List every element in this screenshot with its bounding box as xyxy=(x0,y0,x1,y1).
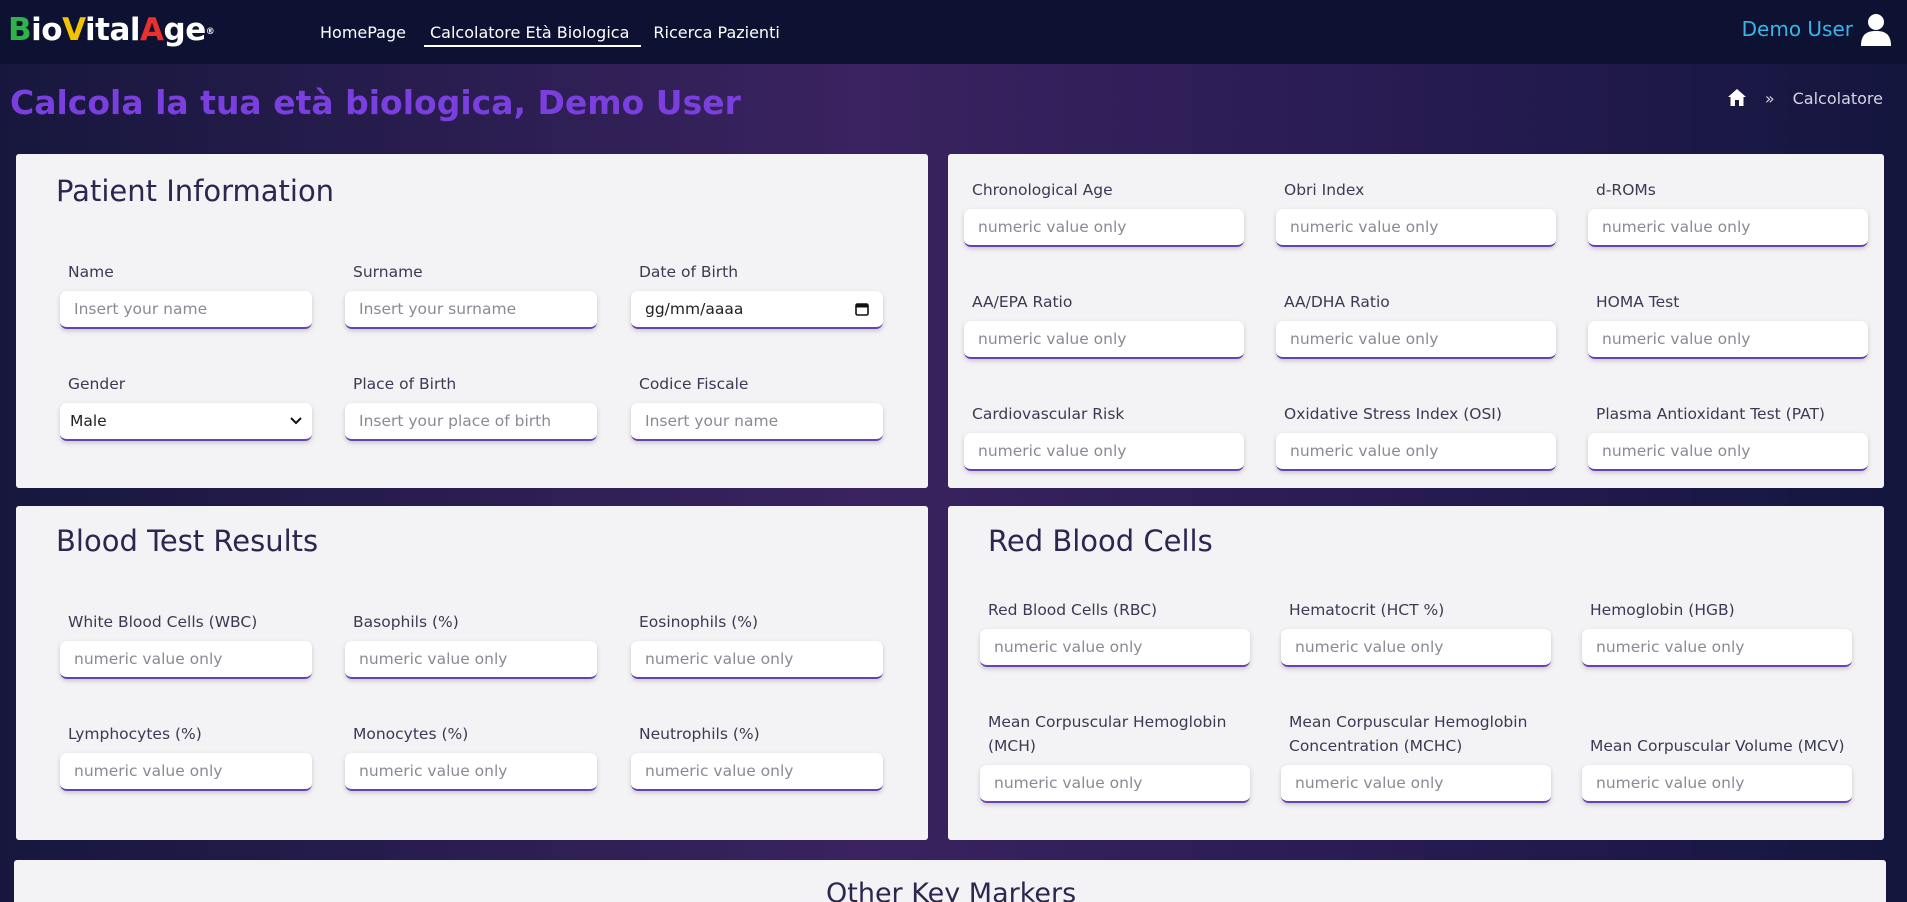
hemoglobin-input[interactable] xyxy=(1582,629,1852,667)
calendar-icon[interactable] xyxy=(855,302,869,316)
name-input[interactable] xyxy=(60,291,312,329)
breadcrumb-separator: » xyxy=(1764,88,1775,108)
pat-input[interactable] xyxy=(1588,433,1868,471)
cardiovascular-risk-label: Cardiovascular Risk xyxy=(972,405,1125,423)
home-icon[interactable] xyxy=(1727,88,1747,108)
top-navbar: BioVitalAge® HomePage Calcolatore Età Bi… xyxy=(0,0,1907,64)
red-blood-cells-card: Red Blood Cells Red Blood Cells (RBC) He… xyxy=(948,506,1884,840)
hematocrit-label: Hematocrit (HCT %) xyxy=(1289,601,1445,619)
nav-link-patient-search[interactable]: Ricerca Pazienti xyxy=(641,0,791,64)
nav-link-homepage[interactable]: HomePage xyxy=(308,0,418,64)
osi-label: Oxidative Stress Index (OSI) xyxy=(1284,405,1502,423)
user-name[interactable]: Demo User xyxy=(1742,17,1853,41)
place-of-birth-label: Place of Birth xyxy=(353,375,457,393)
codice-fiscale-label: Codice Fiscale xyxy=(639,375,749,393)
dob-label: Date of Birth xyxy=(639,263,739,281)
user-menu[interactable]: Demo User xyxy=(1742,12,1893,46)
osi-input[interactable] xyxy=(1276,433,1556,471)
surname-input[interactable] xyxy=(345,291,597,329)
rbc-input[interactable] xyxy=(980,629,1250,667)
neutrophils-label: Neutrophils (%) xyxy=(639,725,760,743)
chronological-age-label: Chronological Age xyxy=(972,181,1113,199)
biovitalage-logo[interactable]: BioVitalAge® xyxy=(8,10,215,50)
mchc-label: Mean Corpuscular Hemoglobin Concentratio… xyxy=(1289,713,1528,755)
other-markers-card: Other Key Markers xyxy=(14,860,1886,902)
eosinophils-label: Eosinophils (%) xyxy=(639,613,759,631)
aa-epa-label: AA/EPA Ratio xyxy=(972,293,1073,311)
other-markers-title: Other Key Markers xyxy=(826,878,1077,902)
basophils-label: Basophils (%) xyxy=(353,613,459,631)
homa-test-label: HOMA Test xyxy=(1596,293,1680,311)
homa-test-input[interactable] xyxy=(1588,321,1868,359)
patient-info-title: Patient Information xyxy=(56,174,335,208)
lymphocytes-input[interactable] xyxy=(60,753,312,791)
mch-label: Mean Corpuscular Hemoglobin (MCH) xyxy=(988,713,1227,755)
surname-label: Surname xyxy=(353,263,423,281)
nav-link-calculator[interactable]: Calcolatore Età Biologica xyxy=(418,0,642,64)
wbc-input[interactable] xyxy=(60,641,312,679)
hematocrit-input[interactable] xyxy=(1281,629,1551,667)
key-markers-card: Chronological Age Obri Index d-ROMs AA/E… xyxy=(948,154,1884,488)
neutrophils-input[interactable] xyxy=(631,753,883,791)
wbc-label: White Blood Cells (WBC) xyxy=(68,613,258,631)
name-label: Name xyxy=(68,263,114,281)
basophils-input[interactable] xyxy=(345,641,597,679)
d-roms-label: d-ROMs xyxy=(1596,181,1656,199)
aa-dha-input[interactable] xyxy=(1276,321,1556,359)
mcv-label: Mean Corpuscular Volume (MCV) xyxy=(1590,737,1845,755)
dob-value: gg/mm/aaaa xyxy=(645,300,744,318)
aa-dha-label: AA/DHA Ratio xyxy=(1284,293,1390,311)
dob-input[interactable]: gg/mm/aaaa xyxy=(631,291,883,329)
page-title: Calcola la tua età biologica, Demo User xyxy=(10,83,741,122)
rbc-label: Red Blood Cells (RBC) xyxy=(988,601,1158,619)
monocytes-input[interactable] xyxy=(345,753,597,791)
blood-test-card: Blood Test Results White Blood Cells (WB… xyxy=(16,506,928,840)
mcv-input[interactable] xyxy=(1582,765,1852,803)
patient-info-card: Patient Information Name Surname Date of… xyxy=(16,154,928,488)
mch-input[interactable] xyxy=(980,765,1250,803)
monocytes-label: Monocytes (%) xyxy=(353,725,469,743)
breadcrumb: » Calcolatore xyxy=(1727,88,1883,108)
red-blood-cells-title: Red Blood Cells xyxy=(988,524,1213,558)
active-underline xyxy=(423,45,636,47)
cardiovascular-risk-input[interactable] xyxy=(964,433,1244,471)
lymphocytes-label: Lymphocytes (%) xyxy=(68,725,202,743)
user-icon[interactable] xyxy=(1859,12,1893,46)
nav-links: HomePage Calcolatore Età Biologica Ricer… xyxy=(308,0,792,64)
codice-fiscale-input[interactable] xyxy=(631,403,883,441)
mchc-input[interactable] xyxy=(1281,765,1551,803)
obri-index-label: Obri Index xyxy=(1284,181,1365,199)
eosinophils-input[interactable] xyxy=(631,641,883,679)
place-of-birth-input[interactable] xyxy=(345,403,597,441)
breadcrumb-current: Calcolatore xyxy=(1792,88,1883,108)
blood-test-title: Blood Test Results xyxy=(56,524,319,558)
chevron-down-icon xyxy=(290,417,302,425)
aa-epa-input[interactable] xyxy=(964,321,1244,359)
pat-label: Plasma Antioxidant Test (PAT) xyxy=(1596,405,1825,423)
gender-label: Gender xyxy=(68,375,126,393)
hemoglobin-label: Hemoglobin (HGB) xyxy=(1590,601,1735,619)
gender-select[interactable]: Male xyxy=(60,403,312,441)
d-roms-input[interactable] xyxy=(1588,209,1868,247)
gender-value: Male xyxy=(70,412,107,430)
chronological-age-input[interactable] xyxy=(964,209,1244,247)
obri-index-input[interactable] xyxy=(1276,209,1556,247)
